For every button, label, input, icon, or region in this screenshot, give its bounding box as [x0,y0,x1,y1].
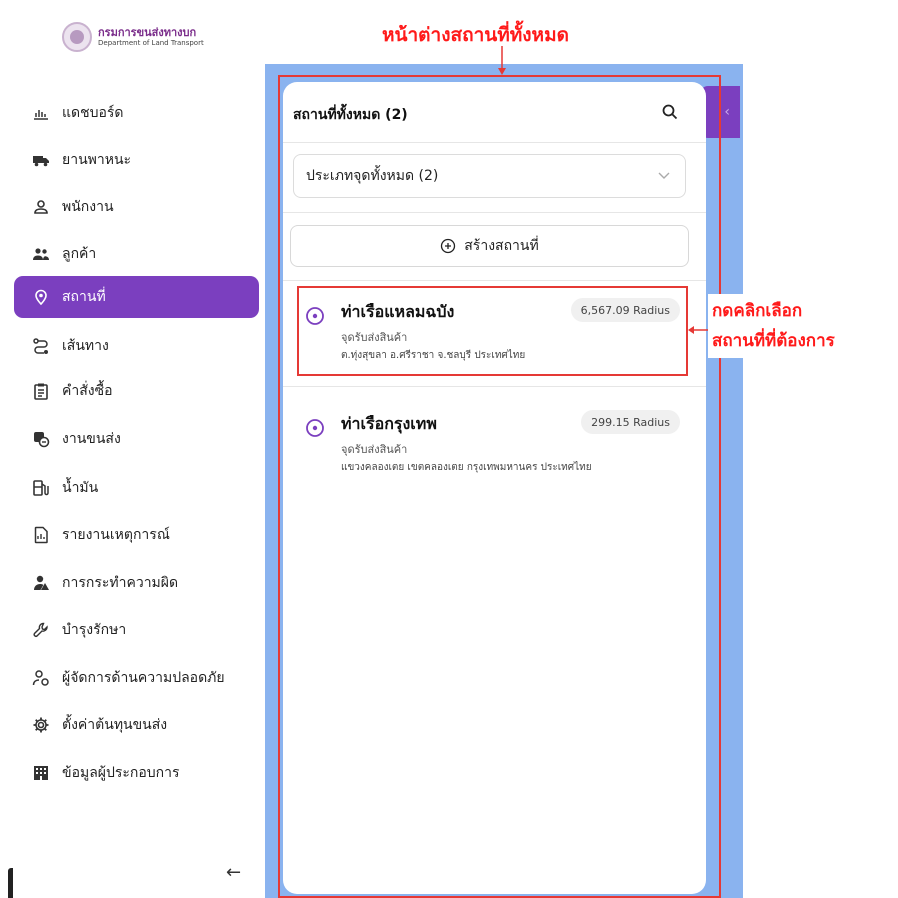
sidebar-item-violations[interactable]: การกระทำความผิด [14,562,259,604]
sidebar-item-label: งานขนส่ง [62,431,121,447]
arrow-down-icon [498,46,506,75]
sidebar-item-vehicles[interactable]: ยานพาหนะ [14,139,259,181]
sidebar-item-label: สถานที่ [62,289,106,305]
sidebar-item-orders[interactable]: คำสั่งซื้อ [14,370,259,412]
sidebar-item-routes[interactable]: เส้นทาง [14,325,259,367]
locations-panel: สถานที่ทั้งหมด (2) ประเภทจุดทั้งหมด (2) … [283,82,706,894]
delivery-icon [32,430,50,448]
chart-icon [32,104,50,122]
sidebar-item-customers[interactable]: ลูกค้า [14,233,259,275]
location-list-item[interactable]: ท่าเรือแหลมฉบัง จุดรับส่งสินค้า ต.ทุ่งสุ… [283,282,706,380]
divider [283,386,706,387]
location-type: จุดรับส่งสินค้า [341,443,408,456]
sidebar-item-label: รายงานเหตุการณ์ [62,527,170,543]
sidebar-item-deliveries[interactable]: งานขนส่ง [14,418,259,460]
building-icon [32,764,50,782]
seal-icon [62,22,92,52]
sidebar-item-label: พนักงาน [62,199,114,215]
clipboard-icon [32,382,50,400]
target-icon [306,419,324,437]
divider [283,280,706,281]
user-icon [32,198,50,216]
location-type-select[interactable]: ประเภทจุดทั้งหมด (2) [293,154,686,198]
expand-panel-tab[interactable]: ‹ [700,86,740,138]
plus-circle-icon [441,238,456,254]
sidebar-item-dashboard[interactable]: แดชบอร์ด [14,92,259,134]
sidebar-item-cost-settings[interactable]: ตั้งค่าต้นทุนขนส่ง [14,704,259,746]
sidebar-item-label: ลูกค้า [62,246,97,262]
create-location-button[interactable]: สร้างสถานที่ [290,225,689,267]
location-address: ต.ทุ่งสุขลา อ.ศรีราชา จ.ชลบุรี ประเทศไทย [341,350,526,361]
fuel-icon [32,479,50,497]
org-name-en: Department of Land Transport [98,39,204,47]
report-icon [32,526,50,544]
sidebar-item-operator-info[interactable]: ข้อมูลผู้ประกอบการ [14,752,259,794]
sidebar-item-incident-reports[interactable]: รายงานเหตุการณ์ [14,514,259,556]
annotation-line: สถานที่ที่ต้องการ [712,331,835,351]
truck-icon [32,151,50,169]
users-icon [32,245,50,263]
annotation-line: กดคลิกเลือก [712,301,803,321]
radius-badge: 6,567.09 Radius [570,298,680,322]
sidebar-item-label: ยานพาหนะ [62,152,132,168]
location-list-item[interactable]: ท่าเรือกรุงเทพ จุดรับส่งสินค้า แขวงคลองเ… [283,394,706,492]
chevron-down-icon [658,172,670,179]
create-location-label: สร้างสถานที่ [464,238,539,254]
location-name: ท่าเรือแหลมฉบัง [341,302,455,321]
location-name: ท่าเรือกรุงเทพ [341,414,437,433]
location-type: จุดรับส่งสินค้า [341,331,408,344]
violation-icon [32,574,50,592]
sidebar-item-label: คำสั่งซื้อ [62,383,113,399]
collapse-sidebar-icon[interactable]: ← [226,862,241,883]
safety-manager-icon [32,669,50,687]
sidebar-item-safety-manager[interactable]: ผู้จัดการด้านความปลอดภัย [14,657,259,699]
annotation-click-hint: กดคลิกเลือก สถานที่ที่ต้องการ [708,294,839,358]
org-name-th: กรมการขนส่งทางบก [98,26,197,39]
sidebar: กรมการขนส่งทางบก Department of Land Tran… [0,0,268,898]
sidebar-item-fuel[interactable]: น้ำมัน [14,467,259,509]
route-icon [32,337,50,355]
sidebar-item-label: ตั้งค่าต้นทุนขนส่ง [62,717,168,733]
radius-badge: 299.15 Radius [581,410,680,434]
wrench-icon [32,621,50,639]
target-icon [306,307,324,325]
annotation-window-label: หน้าต่างสถานที่ทั้งหมด [378,20,573,50]
panel-title: สถานที่ทั้งหมด (2) [293,107,408,123]
gear-icon [32,716,50,734]
sidebar-item-maintenance[interactable]: บำรุงรักษา [14,609,259,651]
sidebar-item-label: การกระทำความผิด [62,575,179,591]
search-icon[interactable] [660,102,680,122]
sidebar-item-label: น้ำมัน [62,480,99,496]
sidebar-item-label: แดชบอร์ด [62,105,124,121]
arrow-left-icon [688,326,710,334]
divider [283,142,706,143]
divider [283,212,706,213]
sidebar-item-locations[interactable]: สถานที่ [14,276,259,318]
sidebar-item-label: ผู้จัดการด้านความปลอดภัย [62,670,225,686]
sidebar-item-label: ข้อมูลผู้ประกอบการ [62,765,180,781]
sidebar-item-employees[interactable]: พนักงาน [14,186,259,228]
window-corner [8,868,13,898]
select-value: ประเภทจุดทั้งหมด (2) [306,168,439,184]
sidebar-item-label: บำรุงรักษา [62,622,127,638]
org-logo: กรมการขนส่งทางบก Department of Land Tran… [62,22,204,52]
location-address: แขวงคลองเตย เขตคลองเตย กรุงเทพมหานคร ประ… [341,462,592,473]
sidebar-item-label: เส้นทาง [62,338,109,354]
location-pin-icon [32,288,50,306]
